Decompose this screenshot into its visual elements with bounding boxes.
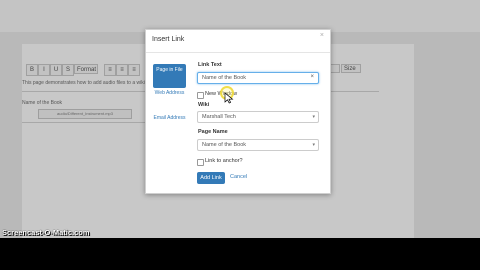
page-description: This page demonstrates how to add audio … bbox=[22, 80, 145, 86]
chevron-down-icon: ▾ bbox=[312, 114, 315, 120]
italic-button[interactable]: I bbox=[38, 64, 50, 76]
strike-button[interactable]: S bbox=[62, 64, 74, 76]
align-button[interactable]: ≡ bbox=[116, 64, 128, 76]
divider bbox=[22, 91, 145, 92]
dialog-divider bbox=[146, 52, 330, 53]
wiki-label: Wiki bbox=[198, 102, 210, 108]
divider bbox=[329, 91, 379, 92]
book-label: Name of the Book bbox=[22, 100, 63, 106]
anchor-checkbox[interactable] bbox=[197, 159, 204, 166]
link-text-input[interactable]: Name of the Book × bbox=[197, 72, 319, 84]
close-icon[interactable]: × bbox=[320, 32, 324, 39]
page-header-background bbox=[0, 0, 480, 32]
indent-button[interactable]: ≡ bbox=[128, 64, 140, 76]
audio-field: audio/Different_Instrument.mp3 bbox=[38, 109, 132, 119]
anchor-label: Link to anchor? bbox=[205, 158, 243, 164]
cancel-button[interactable]: Cancel bbox=[230, 174, 247, 180]
add-link-button[interactable]: Add Link bbox=[197, 172, 225, 184]
link-text-label: Link Text bbox=[198, 62, 222, 68]
page-name-label: Page Name bbox=[198, 129, 228, 135]
dialog-title: Insert Link bbox=[152, 36, 185, 43]
recorder-watermark: Screencast-O-Matic.com bbox=[2, 228, 90, 237]
link-text-value: Name of the Book bbox=[202, 75, 247, 81]
underline-button[interactable]: U bbox=[50, 64, 62, 76]
tab-web-address[interactable]: Web Address bbox=[153, 90, 186, 97]
wiki-value: Marshall Tech bbox=[202, 114, 236, 120]
mouse-pointer-icon bbox=[224, 92, 234, 104]
chevron-down-icon: ▾ bbox=[312, 142, 315, 148]
divider bbox=[22, 122, 145, 123]
wiki-select[interactable]: Marshall Tech ▾ bbox=[197, 111, 319, 123]
tab-email-address[interactable]: Email Address bbox=[153, 115, 186, 122]
toolbar-button-right[interactable] bbox=[330, 64, 340, 73]
page-name-value: Name of the Book bbox=[202, 142, 247, 148]
new-window-checkbox[interactable] bbox=[197, 92, 204, 99]
list-button[interactable]: ≡ bbox=[104, 64, 116, 76]
tab-page-in-file[interactable]: Page in File bbox=[153, 64, 186, 88]
insert-link-dialog: Insert Link × Page in File Web Address E… bbox=[145, 29, 331, 194]
bold-button[interactable]: B bbox=[26, 64, 38, 76]
size-select[interactable]: Size bbox=[341, 64, 361, 73]
format-select[interactable]: Format bbox=[74, 64, 98, 74]
page-name-select[interactable]: Name of the Book ▾ bbox=[197, 139, 319, 151]
clear-icon[interactable]: × bbox=[310, 74, 314, 80]
